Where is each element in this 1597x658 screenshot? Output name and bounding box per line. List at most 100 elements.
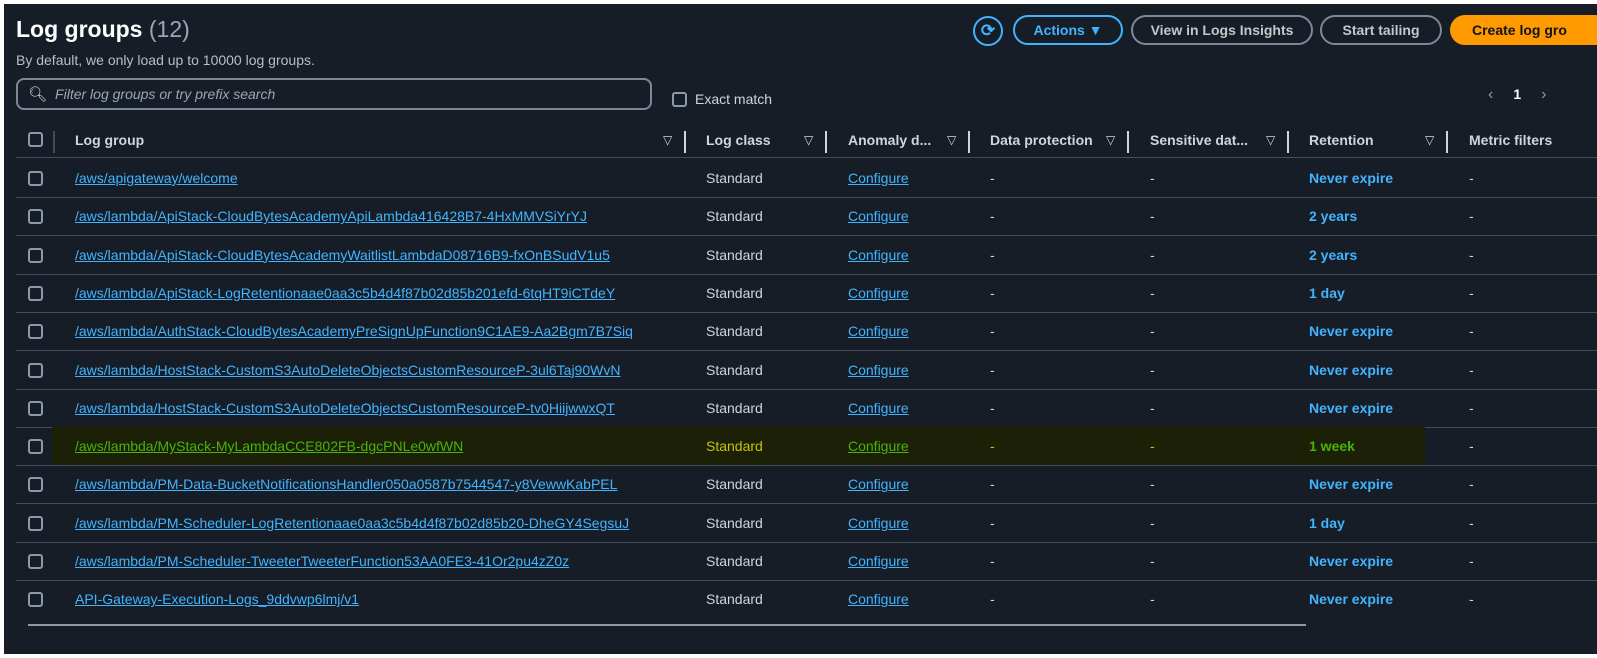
row-checkbox[interactable] xyxy=(28,439,43,455)
column-resizer[interactable] xyxy=(968,131,970,153)
sort-icon[interactable]: ▽ xyxy=(947,133,956,147)
retention[interactable]: 2 years xyxy=(1309,208,1357,224)
log-class: Standard xyxy=(706,361,763,378)
row-checkbox[interactable] xyxy=(28,362,43,378)
configure-anomaly-link[interactable]: Configure xyxy=(848,323,909,339)
row-checkbox[interactable] xyxy=(28,592,43,608)
row-checkbox[interactable] xyxy=(28,515,43,531)
log-group-link[interactable]: /aws/lambda/PM-Scheduler-TweeterTweeterF… xyxy=(75,553,569,569)
log-group-link[interactable]: API-Gateway-Execution-Logs_9ddvwp6lmj/v1 xyxy=(75,591,359,607)
retention[interactable]: Never expire xyxy=(1309,553,1393,569)
configure-anomaly-link[interactable]: Configure xyxy=(848,170,909,186)
log-group-link[interactable]: /aws/lambda/PM-Scheduler-LogRetentionaae… xyxy=(75,515,629,531)
retention[interactable]: 2 years xyxy=(1309,247,1357,263)
configure-anomaly-link[interactable]: Configure xyxy=(848,438,909,454)
configure-anomaly-link[interactable]: Configure xyxy=(848,208,909,224)
configure-anomaly-link[interactable]: Configure xyxy=(848,553,909,569)
retention[interactable]: Never expire xyxy=(1309,170,1393,186)
configure-anomaly-link[interactable]: Configure xyxy=(848,285,909,301)
row-checkbox[interactable] xyxy=(28,477,43,493)
table-row: /aws/lambda/HostStack-CustomS3AutoDelete… xyxy=(4,389,1597,427)
row-checkbox[interactable] xyxy=(28,247,43,263)
retention[interactable]: Never expire xyxy=(1309,591,1393,607)
log-group-link[interactable]: /aws/lambda/AuthStack-CloudBytesAcademyP… xyxy=(75,323,633,339)
retention[interactable]: 1 week xyxy=(1309,438,1355,454)
sensitive-data: - xyxy=(1150,476,1155,493)
column-header[interactable]: Log class xyxy=(706,132,771,148)
log-group-link[interactable]: /aws/lambda/ApiStack-CloudBytesAcademyWa… xyxy=(75,247,610,263)
log-class: Standard xyxy=(706,514,763,531)
log-group-link[interactable]: /aws/lambda/PM-Data-BucketNotificationsH… xyxy=(75,476,617,492)
column-resizer[interactable] xyxy=(684,131,686,153)
sort-icon[interactable]: ▽ xyxy=(804,133,813,147)
log-group-link[interactable]: /aws/lambda/HostStack-CustomS3AutoDelete… xyxy=(75,362,620,378)
configure-anomaly-link[interactable]: Configure xyxy=(848,400,909,416)
retention[interactable]: 1 day xyxy=(1309,285,1345,301)
configure-anomaly-link[interactable]: Configure xyxy=(848,362,909,378)
title-text: Log groups xyxy=(16,16,143,42)
configure-anomaly-link[interactable]: Configure xyxy=(848,591,909,607)
checkbox[interactable] xyxy=(672,91,687,107)
sensitive-data: - xyxy=(1150,208,1155,225)
table-row: /aws/lambda/ApiStack-CloudBytesAcademyAp… xyxy=(4,197,1597,235)
column-header[interactable]: Log group xyxy=(75,132,144,148)
metric-filters: - xyxy=(1469,514,1474,531)
log-group-link[interactable]: /aws/lambda/ApiStack-LogRetentionaae0aa3… xyxy=(75,285,615,301)
filter-search-input[interactable]: 🔍︎ Filter log groups or try prefix searc… xyxy=(16,78,652,110)
table-row: /aws/apigateway/welcome Standard Configu… xyxy=(4,159,1597,197)
table-row: /aws/lambda/ApiStack-CloudBytesAcademyWa… xyxy=(4,236,1597,274)
configure-anomaly-link[interactable]: Configure xyxy=(848,247,909,263)
sort-icon[interactable]: ▽ xyxy=(1266,133,1275,147)
view-in-logs-insights-button[interactable]: View in Logs Insights xyxy=(1131,15,1313,45)
data-protection: - xyxy=(990,514,995,531)
column-resizer[interactable] xyxy=(1446,131,1448,153)
column-header[interactable]: Retention xyxy=(1309,132,1374,148)
sort-icon[interactable]: ▽ xyxy=(1425,133,1434,147)
table-row: /aws/lambda/HostStack-CustomS3AutoDelete… xyxy=(4,351,1597,389)
row-checkbox[interactable] xyxy=(28,171,43,186)
retention[interactable]: Never expire xyxy=(1309,323,1393,339)
column-resizer[interactable] xyxy=(825,131,827,153)
table-row: API-Gateway-Execution-Logs_9ddvwp6lmj/v1… xyxy=(4,580,1597,618)
row-checkbox[interactable] xyxy=(28,554,43,569)
sensitive-data: - xyxy=(1150,246,1155,263)
retention[interactable]: Never expire xyxy=(1309,476,1393,492)
column-header[interactable]: Metric filters xyxy=(1469,132,1552,148)
log-group-link[interactable]: /aws/lambda/HostStack-CustomS3AutoDelete… xyxy=(75,400,615,416)
row-checkbox[interactable] xyxy=(28,324,43,340)
sensitive-data: - xyxy=(1150,591,1155,608)
row-checkbox[interactable] xyxy=(28,400,43,416)
sort-icon[interactable]: ▽ xyxy=(1106,133,1115,147)
create-log-group-button[interactable]: Create log gro xyxy=(1450,15,1597,45)
retention[interactable]: 1 day xyxy=(1309,515,1345,531)
column-header[interactable]: Data protection xyxy=(990,132,1093,148)
chevron-right-icon[interactable]: › xyxy=(1541,86,1546,104)
column-resizer[interactable] xyxy=(1287,131,1289,153)
chevron-left-icon[interactable]: ‹ xyxy=(1488,86,1493,104)
configure-anomaly-link[interactable]: Configure xyxy=(848,515,909,531)
log-group-link[interactable]: /aws/lambda/MyStack-MyLambdaCCE802FB-dgc… xyxy=(75,438,463,454)
sort-icon[interactable]: ▽ xyxy=(663,133,672,147)
column-resizer[interactable] xyxy=(1127,131,1129,153)
log-group-link[interactable]: /aws/lambda/ApiStack-CloudBytesAcademyAp… xyxy=(75,208,587,224)
log-class: Standard xyxy=(706,170,763,186)
refresh-button[interactable]: ⟳ xyxy=(973,16,1003,46)
row-checkbox[interactable] xyxy=(28,209,43,225)
actions-button[interactable]: Actions ▼ xyxy=(1013,15,1123,45)
configure-anomaly-link[interactable]: Configure xyxy=(848,476,909,492)
metric-filters: - xyxy=(1469,399,1474,416)
column-header[interactable]: Anomaly d... xyxy=(848,132,931,148)
data-protection: - xyxy=(990,438,995,455)
log-group-link[interactable]: /aws/apigateway/welcome xyxy=(75,170,238,186)
select-all-checkbox[interactable] xyxy=(28,132,43,147)
start-tailing-button[interactable]: Start tailing xyxy=(1320,15,1442,45)
log-group-count: (12) xyxy=(148,16,190,42)
page-number[interactable]: 1 xyxy=(1513,86,1521,104)
retention[interactable]: Never expire xyxy=(1309,362,1393,378)
retention[interactable]: Never expire xyxy=(1309,400,1393,416)
data-protection: - xyxy=(990,361,995,378)
row-checkbox[interactable] xyxy=(28,285,43,301)
column-header[interactable]: Sensitive dat... xyxy=(1150,132,1248,148)
horizontal-scrollbar[interactable] xyxy=(28,624,1306,626)
exact-match-checkbox[interactable]: Exact match xyxy=(672,91,772,107)
